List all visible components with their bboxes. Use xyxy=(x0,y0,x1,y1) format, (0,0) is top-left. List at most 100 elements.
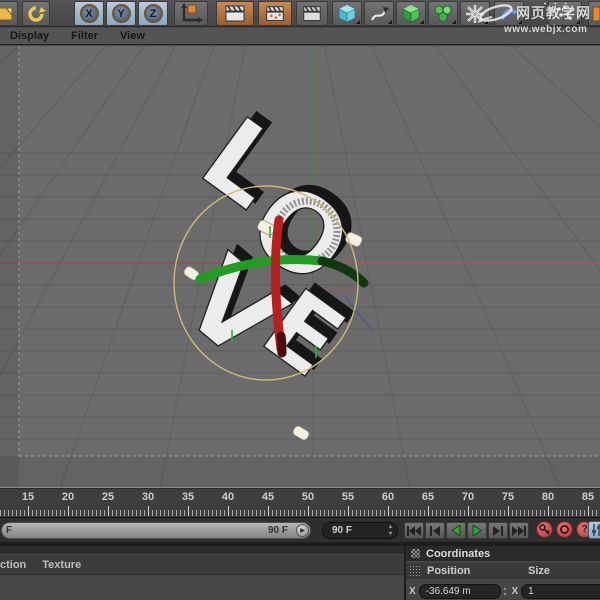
spinner-down-icon[interactable]: ▾ xyxy=(503,592,506,598)
record-keyframe-button[interactable] xyxy=(536,521,553,538)
render-settings-icon xyxy=(264,4,286,24)
goto-start-button[interactable] xyxy=(404,522,424,539)
add-spline-button[interactable] xyxy=(364,1,394,26)
ruler-major-tick xyxy=(428,506,429,516)
previous-frame-button[interactable] xyxy=(425,522,445,539)
add-modeling-button[interactable] xyxy=(428,1,458,26)
sliders-icon xyxy=(589,522,600,538)
ruler-major-tick xyxy=(188,506,189,516)
scale-tool-button[interactable] xyxy=(0,1,18,26)
add-nurbs-button[interactable] xyxy=(396,1,426,26)
watermark-dots: • • • xyxy=(544,1,570,8)
lock-z-label: Z xyxy=(144,4,163,23)
autokey-button[interactable] xyxy=(556,521,573,538)
ruler-tick-label: 70 xyxy=(462,491,474,503)
next-frame-button[interactable] xyxy=(488,522,508,539)
spinner-up-icon[interactable]: ▴ xyxy=(389,524,392,531)
frame-spinner[interactable]: ▴ ▾ xyxy=(389,524,392,538)
rotate-tool-icon xyxy=(26,4,46,24)
next-frame-icon xyxy=(492,526,504,536)
render-view-button[interactable] xyxy=(216,1,254,26)
position-column-label: Position xyxy=(427,565,470,577)
ruler-tick-label: 15 xyxy=(22,491,34,503)
dropdown-corner xyxy=(388,20,392,24)
ruler-major-tick xyxy=(468,506,469,516)
render-queue-icon xyxy=(301,4,323,24)
play-backward-button[interactable] xyxy=(446,522,466,539)
render-view-icon xyxy=(223,4,247,24)
menu-view[interactable]: View xyxy=(120,30,145,42)
menu-function-cut[interactable]: ction xyxy=(0,559,26,571)
watermark-title: 网页教学网 xyxy=(516,6,591,20)
ruler-major-tick xyxy=(348,506,349,516)
lock-x-axis-button[interactable]: X xyxy=(74,1,104,26)
previous-frame-icon xyxy=(429,526,441,536)
render-settings-button[interactable] xyxy=(258,1,292,26)
lock-y-label: Y xyxy=(112,4,131,23)
preview-range-slider[interactable]: F 90 F ▶ xyxy=(1,522,311,539)
ruler-major-tick xyxy=(308,506,309,516)
lock-y-axis-button[interactable]: Y xyxy=(106,1,136,26)
viewport-canvas: L O V E L O V E xyxy=(0,46,600,487)
solo-mode-button[interactable] xyxy=(588,521,600,539)
current-frame-field[interactable]: 90 F ▴ ▾ xyxy=(322,522,398,539)
bottom-panels: ction Texture Coordinates Position Size … xyxy=(0,542,600,600)
menu-display[interactable]: Display xyxy=(10,30,49,42)
coordinate-system-icon xyxy=(179,3,203,24)
c4d-window: X Y Z xyxy=(0,0,600,600)
menu-texture[interactable]: Texture xyxy=(42,559,81,571)
position-x-spinner[interactable]: ▴ ▾ xyxy=(503,586,506,598)
goto-end-icon xyxy=(512,526,526,536)
size-x-input[interactable]: 1 xyxy=(521,584,600,599)
coordinates-columns: Position Size xyxy=(406,563,600,579)
gizmo-band-red-dark xyxy=(281,336,282,353)
play-forward-icon xyxy=(471,525,483,536)
current-frame-value: 90 F xyxy=(332,525,352,536)
keyframe-controls: ? xyxy=(536,521,593,538)
coordinates-header[interactable]: Coordinates xyxy=(406,546,600,561)
play-backward-icon xyxy=(450,525,462,536)
coordinate-system-button[interactable] xyxy=(174,1,208,26)
material-manager: ction Texture xyxy=(0,546,404,600)
position-x-value: -36.649 m xyxy=(426,586,471,597)
size-column-label: Size xyxy=(528,565,550,577)
ruler-minor-ticks xyxy=(0,510,600,516)
lock-z-axis-button[interactable]: Z xyxy=(138,1,168,26)
goto-end-button[interactable] xyxy=(509,522,529,539)
record-key-icon xyxy=(539,524,550,535)
material-manager-titlebar xyxy=(0,546,404,554)
render-queue-button[interactable] xyxy=(296,1,328,26)
ruler-tick-label: 65 xyxy=(422,491,434,503)
ruler-tick-label: 60 xyxy=(382,491,394,503)
ruler-major-tick xyxy=(148,506,149,516)
dropdown-corner xyxy=(420,20,424,24)
ruler-tick-label: 85 xyxy=(582,491,594,503)
dropdown-corner xyxy=(356,20,360,24)
ruler-tick-label: 75 xyxy=(502,491,514,503)
autokey-icon xyxy=(559,524,570,535)
modeling-spheres-icon xyxy=(433,4,453,24)
range-slider-knob[interactable]: ▶ xyxy=(296,524,309,537)
ruler-tick-label: 35 xyxy=(182,491,194,503)
position-x-input[interactable]: -36.649 m xyxy=(419,584,502,599)
outside-render-bottom xyxy=(0,456,600,487)
ruler-major-tick xyxy=(388,506,389,516)
transport-bar: F 90 F ▶ 90 F ▴ ▾ xyxy=(0,517,600,542)
add-primitive-button[interactable] xyxy=(332,1,362,26)
rotate-tool-button[interactable] xyxy=(22,1,50,26)
viewport-3d[interactable]: L O V E L O V E xyxy=(0,46,600,487)
play-forward-button[interactable] xyxy=(467,522,487,539)
goto-start-icon xyxy=(407,526,421,536)
spinner-down-icon[interactable]: ▾ xyxy=(389,531,392,538)
ruler-major-tick xyxy=(68,506,69,516)
coordinates-panel: Coordinates Position Size X -36.649 m ▴ … xyxy=(406,546,600,600)
nurbs-cube-icon xyxy=(401,4,421,24)
ruler-major-tick xyxy=(28,506,29,516)
coordinates-title: Coordinates xyxy=(426,548,490,560)
question-icon: ? xyxy=(581,524,587,535)
position-x-label: X xyxy=(409,586,416,597)
ruler-tick-label: 30 xyxy=(142,491,154,503)
timeline-ruler[interactable]: 152025303540455055606570758085 xyxy=(0,487,600,517)
menu-filter[interactable]: Filter xyxy=(71,30,98,42)
watermark-logo xyxy=(476,2,516,24)
